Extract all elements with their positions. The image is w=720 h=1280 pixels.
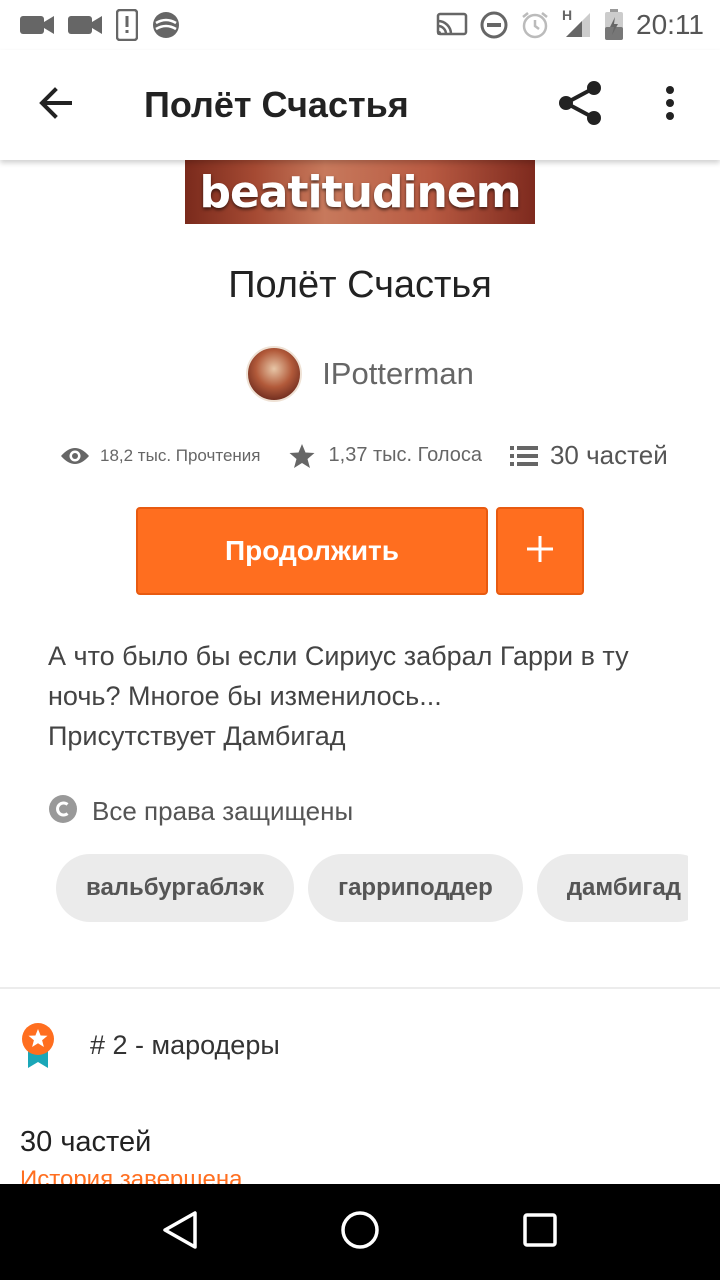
video-camera-icon xyxy=(20,14,54,36)
reads-stat: 18,2 тыс. Прочтения xyxy=(60,446,261,466)
nav-home-button[interactable] xyxy=(320,1192,400,1272)
nav-back-button[interactable] xyxy=(140,1192,220,1272)
parts-stat: 30 частей xyxy=(509,440,668,471)
story-stats: 18,2 тыс. Прочтения 1,37 тыс. Голоса 30 … xyxy=(60,440,680,471)
more-options-button[interactable] xyxy=(620,50,720,160)
arrow-left-icon xyxy=(38,86,74,124)
signal-icon: H xyxy=(562,7,592,39)
share-button[interactable] xyxy=(540,50,620,160)
status-notifications xyxy=(20,9,180,41)
parts-count: 30 частей xyxy=(20,1126,152,1158)
rank-badge-icon xyxy=(20,1022,56,1068)
votes-count: 1,37 тыс. Голоса xyxy=(328,444,482,466)
votes-stat: 1,37 тыс. Голоса xyxy=(289,443,482,469)
reads-count: 18,2 тыс. Прочтения xyxy=(100,445,261,465)
triangle-back-icon xyxy=(162,1210,198,1255)
tag-chip[interactable]: гарриподдер xyxy=(308,854,523,922)
rank-row[interactable]: # 2 - мародеры xyxy=(20,1022,280,1068)
do-not-disturb-icon xyxy=(480,11,508,39)
cast-icon xyxy=(436,12,468,38)
tag-chip[interactable]: дамбигад xyxy=(536,854,688,922)
rank-text: # 2 - мародеры xyxy=(90,1029,280,1060)
author-name: IPotterman xyxy=(322,356,474,391)
description-line: Присутствует Дамбигад xyxy=(48,721,346,751)
story-description: А что было бы если Сириус забрал Гарри в… xyxy=(48,636,668,756)
share-icon xyxy=(556,79,604,132)
copyright-text: Все права защищены xyxy=(92,796,354,826)
app-logo-icon xyxy=(152,11,180,39)
completion-status: История завершена xyxy=(20,1166,243,1184)
cover-text: beatitudinem xyxy=(199,166,521,218)
tag-chip[interactable]: вальбургаблэк xyxy=(56,854,295,922)
navigation-bar xyxy=(0,1184,720,1280)
square-recents-icon xyxy=(522,1212,558,1253)
copyright-row: Все права защищены xyxy=(48,794,353,829)
network-type-label: H xyxy=(562,7,573,23)
story-details: beatitudinem Полёт Счастья IPotterman 18… xyxy=(0,160,720,1184)
app-title: Полёт Счастья xyxy=(144,84,409,125)
parts-count-stat: 30 частей xyxy=(549,440,668,470)
status-time: 20:11 xyxy=(636,9,704,40)
alarm-icon xyxy=(520,10,550,40)
continue-reading-button[interactable]: Продолжить xyxy=(136,507,488,595)
avatar xyxy=(246,346,303,402)
nav-recents-button[interactable] xyxy=(500,1192,580,1272)
app-bar: Полёт Счастья xyxy=(0,50,720,160)
add-to-library-button[interactable] xyxy=(496,507,584,595)
status-bar: H 20:11 xyxy=(0,0,720,50)
cover-image[interactable]: beatitudinem xyxy=(185,160,535,224)
list-icon xyxy=(509,445,538,467)
story-title: Полёт Счастья xyxy=(228,264,492,306)
phone-alert-icon xyxy=(116,9,138,41)
more-vertical-icon xyxy=(665,85,675,125)
plus-icon xyxy=(526,535,554,568)
description-line: ночь? Многое бы изменилось... xyxy=(48,681,442,711)
section-divider xyxy=(0,987,720,989)
author-link[interactable]: IPotterman xyxy=(0,346,720,402)
copyright-icon xyxy=(48,794,78,829)
video-camera-icon xyxy=(68,14,102,36)
back-button[interactable] xyxy=(0,50,112,160)
status-system: H 20:11 xyxy=(436,7,704,41)
action-buttons: Продолжить xyxy=(136,507,584,595)
battery-icon xyxy=(604,9,624,41)
description-line: А что было бы если Сириус забрал Гарри в… xyxy=(48,641,629,671)
circle-home-icon xyxy=(340,1210,380,1255)
eye-icon xyxy=(60,446,90,466)
tags-list: вальбургаблэк гарриподдер дамбигад xyxy=(56,854,688,924)
star-icon xyxy=(289,443,315,469)
